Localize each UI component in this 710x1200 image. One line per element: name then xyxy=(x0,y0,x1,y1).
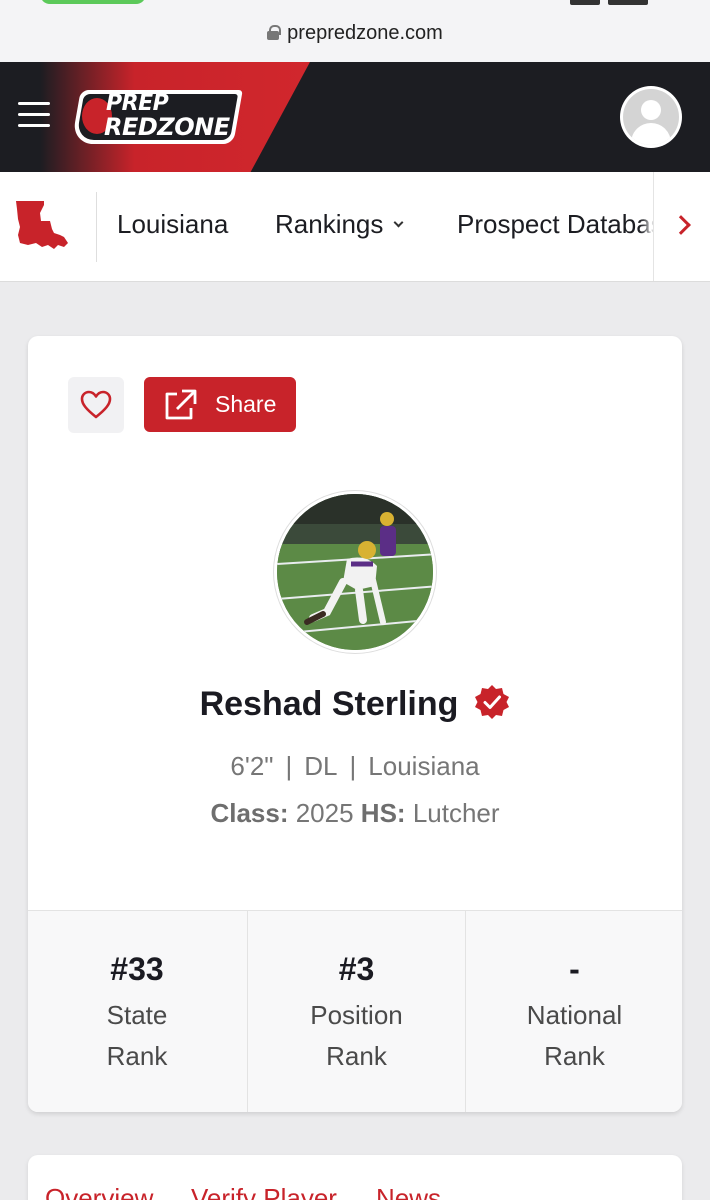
player-position: DL xyxy=(304,751,338,781)
rank-value: - xyxy=(569,951,580,987)
tab-news[interactable]: News xyxy=(376,1183,441,1200)
profile-tabs: Overview Verify Player News xyxy=(28,1155,682,1200)
site-header: PREP REDZONE xyxy=(0,62,710,172)
chevron-right-icon xyxy=(671,215,691,235)
subnav-item-rankings[interactable]: Rankings xyxy=(275,209,404,240)
class-label: Class: xyxy=(210,798,289,828)
meta-separator: | xyxy=(285,751,293,781)
heart-icon xyxy=(80,390,112,419)
player-class-line: Class: 2025 HS: Lutcher xyxy=(28,798,682,829)
national-rank: - National Rank xyxy=(465,911,682,1112)
player-name: Reshad Sterling xyxy=(28,684,682,724)
rankings-panel: #33 State Rank #3 Position Rank - National… xyxy=(28,910,682,1112)
subnav-scroll-right-button[interactable] xyxy=(653,172,710,281)
subnav-divider xyxy=(96,192,97,262)
sub-navigation: Louisiana Rankings Prospect Database xyxy=(0,172,710,282)
subnav-item-prospect-database[interactable]: Prospect Database xyxy=(457,209,653,240)
status-pill xyxy=(40,0,146,4)
meta-separator: | xyxy=(349,751,357,781)
user-avatar-icon[interactable] xyxy=(620,86,682,148)
share-button[interactable]: Share xyxy=(144,377,296,432)
verified-check-icon xyxy=(475,685,510,719)
rank-label: National Rank xyxy=(526,1000,623,1071)
rank-value: #33 xyxy=(110,951,164,987)
hamburger-menu-icon[interactable] xyxy=(18,102,50,130)
player-meta: 6'2" | DL | Louisiana xyxy=(28,751,682,782)
louisiana-state-icon[interactable] xyxy=(14,199,70,251)
url-display[interactable]: prepredzone.com xyxy=(0,22,710,45)
logo-text-redzone: REDZONE xyxy=(104,113,230,141)
rank-label: State Rank xyxy=(106,1000,168,1071)
favorite-button[interactable] xyxy=(68,377,124,433)
rank-value: #3 xyxy=(338,951,375,987)
tab-overview[interactable]: Overview xyxy=(45,1183,153,1200)
tab-verify-player[interactable]: Verify Player xyxy=(191,1183,337,1200)
position-rank: #3 Position Rank xyxy=(247,911,465,1112)
player-profile-card: Share Reshad Sterling 6'2" | DL | Louisia xyxy=(28,336,682,1112)
player-height: 6'2" xyxy=(230,751,274,781)
player-name-text: Reshad Sterling xyxy=(199,685,459,723)
state-rank: #33 State Rank xyxy=(28,911,246,1112)
url-text: prepredzone.com xyxy=(287,22,443,44)
subnav-item-rankings-label: Rankings xyxy=(275,209,384,239)
site-logo[interactable]: PREP REDZONE xyxy=(71,90,243,144)
browser-url-bar[interactable]: prepredzone.com xyxy=(0,0,710,62)
external-link-icon xyxy=(165,389,197,420)
hs-label: HS: xyxy=(360,798,406,828)
subnav-item-louisiana[interactable]: Louisiana xyxy=(117,209,228,240)
chevron-down-icon xyxy=(393,217,404,228)
player-photo xyxy=(274,491,436,653)
rank-label: Position Rank xyxy=(310,1000,403,1071)
share-label: Share xyxy=(215,391,277,417)
hs-value: Lutcher xyxy=(412,798,500,828)
class-value: 2025 xyxy=(295,798,354,828)
status-bar-indicators xyxy=(562,0,682,5)
player-state: Louisiana xyxy=(368,751,480,781)
lock-icon xyxy=(267,25,282,40)
